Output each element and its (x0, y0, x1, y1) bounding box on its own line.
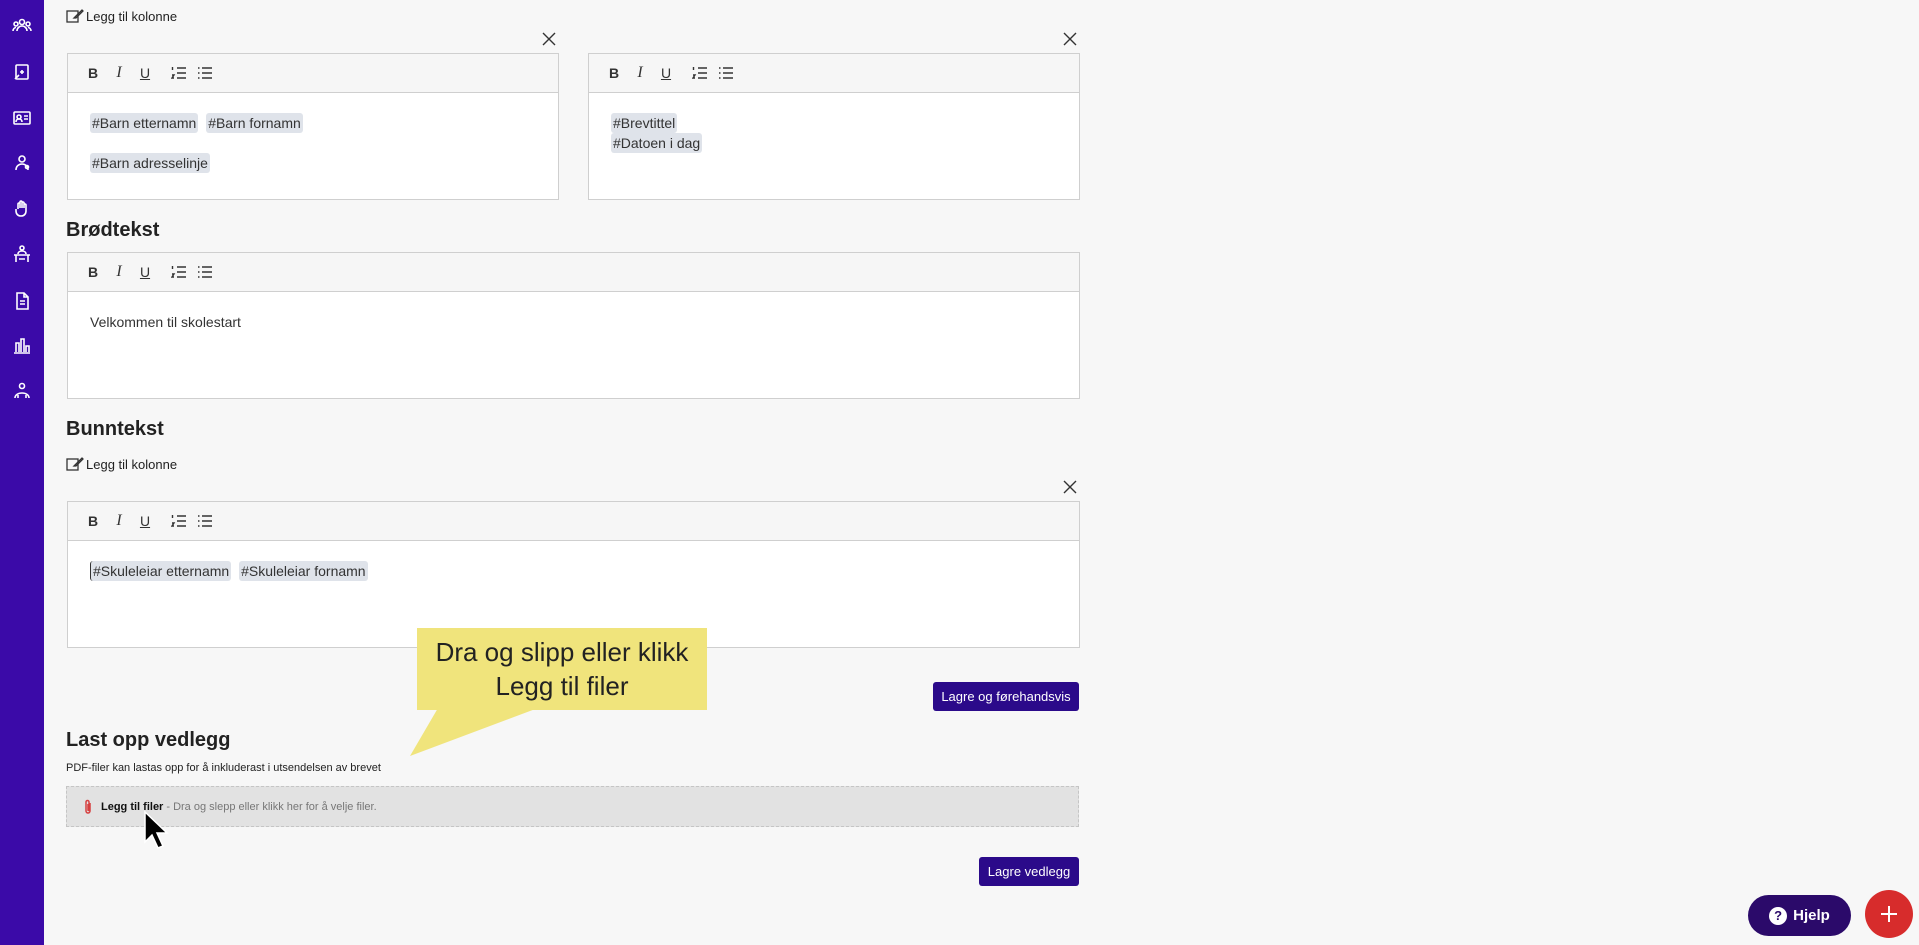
editor-toolbar: B I U (68, 253, 1079, 292)
merge-tag: #Datoen i dag (611, 133, 703, 153)
header-right-editor[interactable]: B I U #Brevtittel #Datoen i dag (588, 53, 1080, 200)
underline-button[interactable]: U (132, 60, 158, 86)
document-icon[interactable] (11, 290, 33, 312)
people-icon[interactable] (11, 14, 33, 36)
merge-tag: #Skuleleiar fornamn (239, 561, 368, 581)
italic-button[interactable]: I (106, 60, 132, 86)
merge-tag: #Barn fornamn (206, 113, 303, 133)
add-column-link[interactable]: Legg til kolonne (66, 456, 177, 472)
editor-toolbar: B I U (68, 54, 558, 93)
underline-button[interactable]: U (132, 508, 158, 534)
body-editor[interactable]: B I U Velkommen til skolestart (67, 252, 1080, 399)
hand-icon[interactable] (11, 198, 33, 220)
sidebar (0, 0, 44, 945)
save-attachment-button[interactable]: Lagre vedlegg (979, 857, 1079, 886)
question-icon: ? (1769, 906, 1788, 925)
editor-toolbar: B I U (68, 502, 1079, 541)
header-left-editor[interactable]: B I U #Barn etternamn #Barn fornamn #Bar… (67, 53, 559, 200)
close-icon[interactable] (541, 31, 557, 47)
callout-line-1: Dra og slipp eller klikk (435, 637, 689, 667)
underline-button[interactable]: U (653, 60, 679, 86)
bold-button[interactable]: B (601, 60, 627, 86)
editor-content[interactable]: #Barn etternamn #Barn fornamn #Barn adre… (68, 93, 558, 193)
editor-content[interactable]: #Brevtittel #Datoen i dag (589, 93, 1079, 173)
bullet-list-icon[interactable] (192, 259, 218, 285)
add-fab-button[interactable] (1865, 890, 1913, 938)
upload-hint: - Dra og slepp eller klikk her for å vel… (166, 800, 377, 813)
ordered-list-icon[interactable] (166, 259, 192, 285)
footer-editor[interactable]: B I U #Skuleleiar etternamn #Skuleleiar … (67, 501, 1080, 648)
save-preview-button[interactable]: Lagre og førehandsvis (933, 682, 1079, 711)
bold-button[interactable]: B (80, 508, 106, 534)
bold-button[interactable]: B (80, 259, 106, 285)
edit-icon (66, 9, 84, 23)
merge-tag: #Skuleleiar etternamn (90, 561, 232, 581)
ordered-list-icon[interactable] (687, 60, 713, 86)
attachments-description: PDF-filer kan lastas opp for å inkludera… (66, 762, 381, 774)
medical-icon[interactable] (11, 61, 33, 83)
network-icon[interactable] (11, 380, 33, 402)
add-column-link[interactable]: Legg til kolonne (66, 8, 177, 24)
desk-icon[interactable] (11, 243, 33, 265)
editor-content[interactable]: #Skuleleiar etternamn #Skuleleiar fornam… (68, 541, 1079, 601)
help-label: Hjelp (1793, 907, 1830, 924)
close-icon[interactable] (1062, 31, 1078, 47)
underline-button[interactable]: U (132, 259, 158, 285)
help-button[interactable]: ? Hjelp (1748, 895, 1851, 936)
ordered-list-icon[interactable] (166, 60, 192, 86)
footer-section-title: Bunntekst (66, 418, 164, 440)
chart-icon[interactable] (11, 334, 33, 356)
italic-button[interactable]: I (627, 60, 653, 86)
merge-tag: #Barn etternamn (90, 113, 199, 133)
bold-button[interactable]: B (80, 60, 106, 86)
person-settings-icon[interactable] (11, 152, 33, 174)
merge-tag: #Barn adresselinje (90, 153, 210, 173)
file-upload-dropzone[interactable]: Legg til filer - Dra og slepp eller klik… (66, 786, 1079, 827)
add-column-label: Legg til kolonne (86, 8, 178, 24)
instruction-callout: Dra og slipp eller klikk Legg til filer (417, 628, 707, 710)
editor-content[interactable]: Velkommen til skolestart (68, 292, 1079, 352)
bullet-list-icon[interactable] (192, 60, 218, 86)
bullet-list-icon[interactable] (713, 60, 739, 86)
paperclip-icon (81, 799, 95, 815)
close-icon[interactable] (1062, 479, 1078, 495)
editor-toolbar: B I U (589, 54, 1079, 93)
body-section-title: Brødtekst (66, 219, 160, 241)
attachments-title: Last opp vedlegg (66, 729, 231, 751)
plus-icon (1881, 906, 1897, 922)
callout-line-2: Legg til filer (495, 671, 629, 701)
edit-icon (66, 457, 84, 471)
card-icon[interactable] (11, 107, 33, 129)
ordered-list-icon[interactable] (166, 508, 192, 534)
callout-tail (410, 708, 538, 756)
italic-button[interactable]: I (106, 508, 132, 534)
body-text: Velkommen til skolestart (90, 314, 241, 330)
bullet-list-icon[interactable] (192, 508, 218, 534)
add-column-label: Legg til kolonne (86, 456, 178, 472)
mouse-cursor-icon (144, 810, 169, 849)
italic-button[interactable]: I (106, 259, 132, 285)
merge-tag: #Brevtittel (611, 113, 678, 133)
